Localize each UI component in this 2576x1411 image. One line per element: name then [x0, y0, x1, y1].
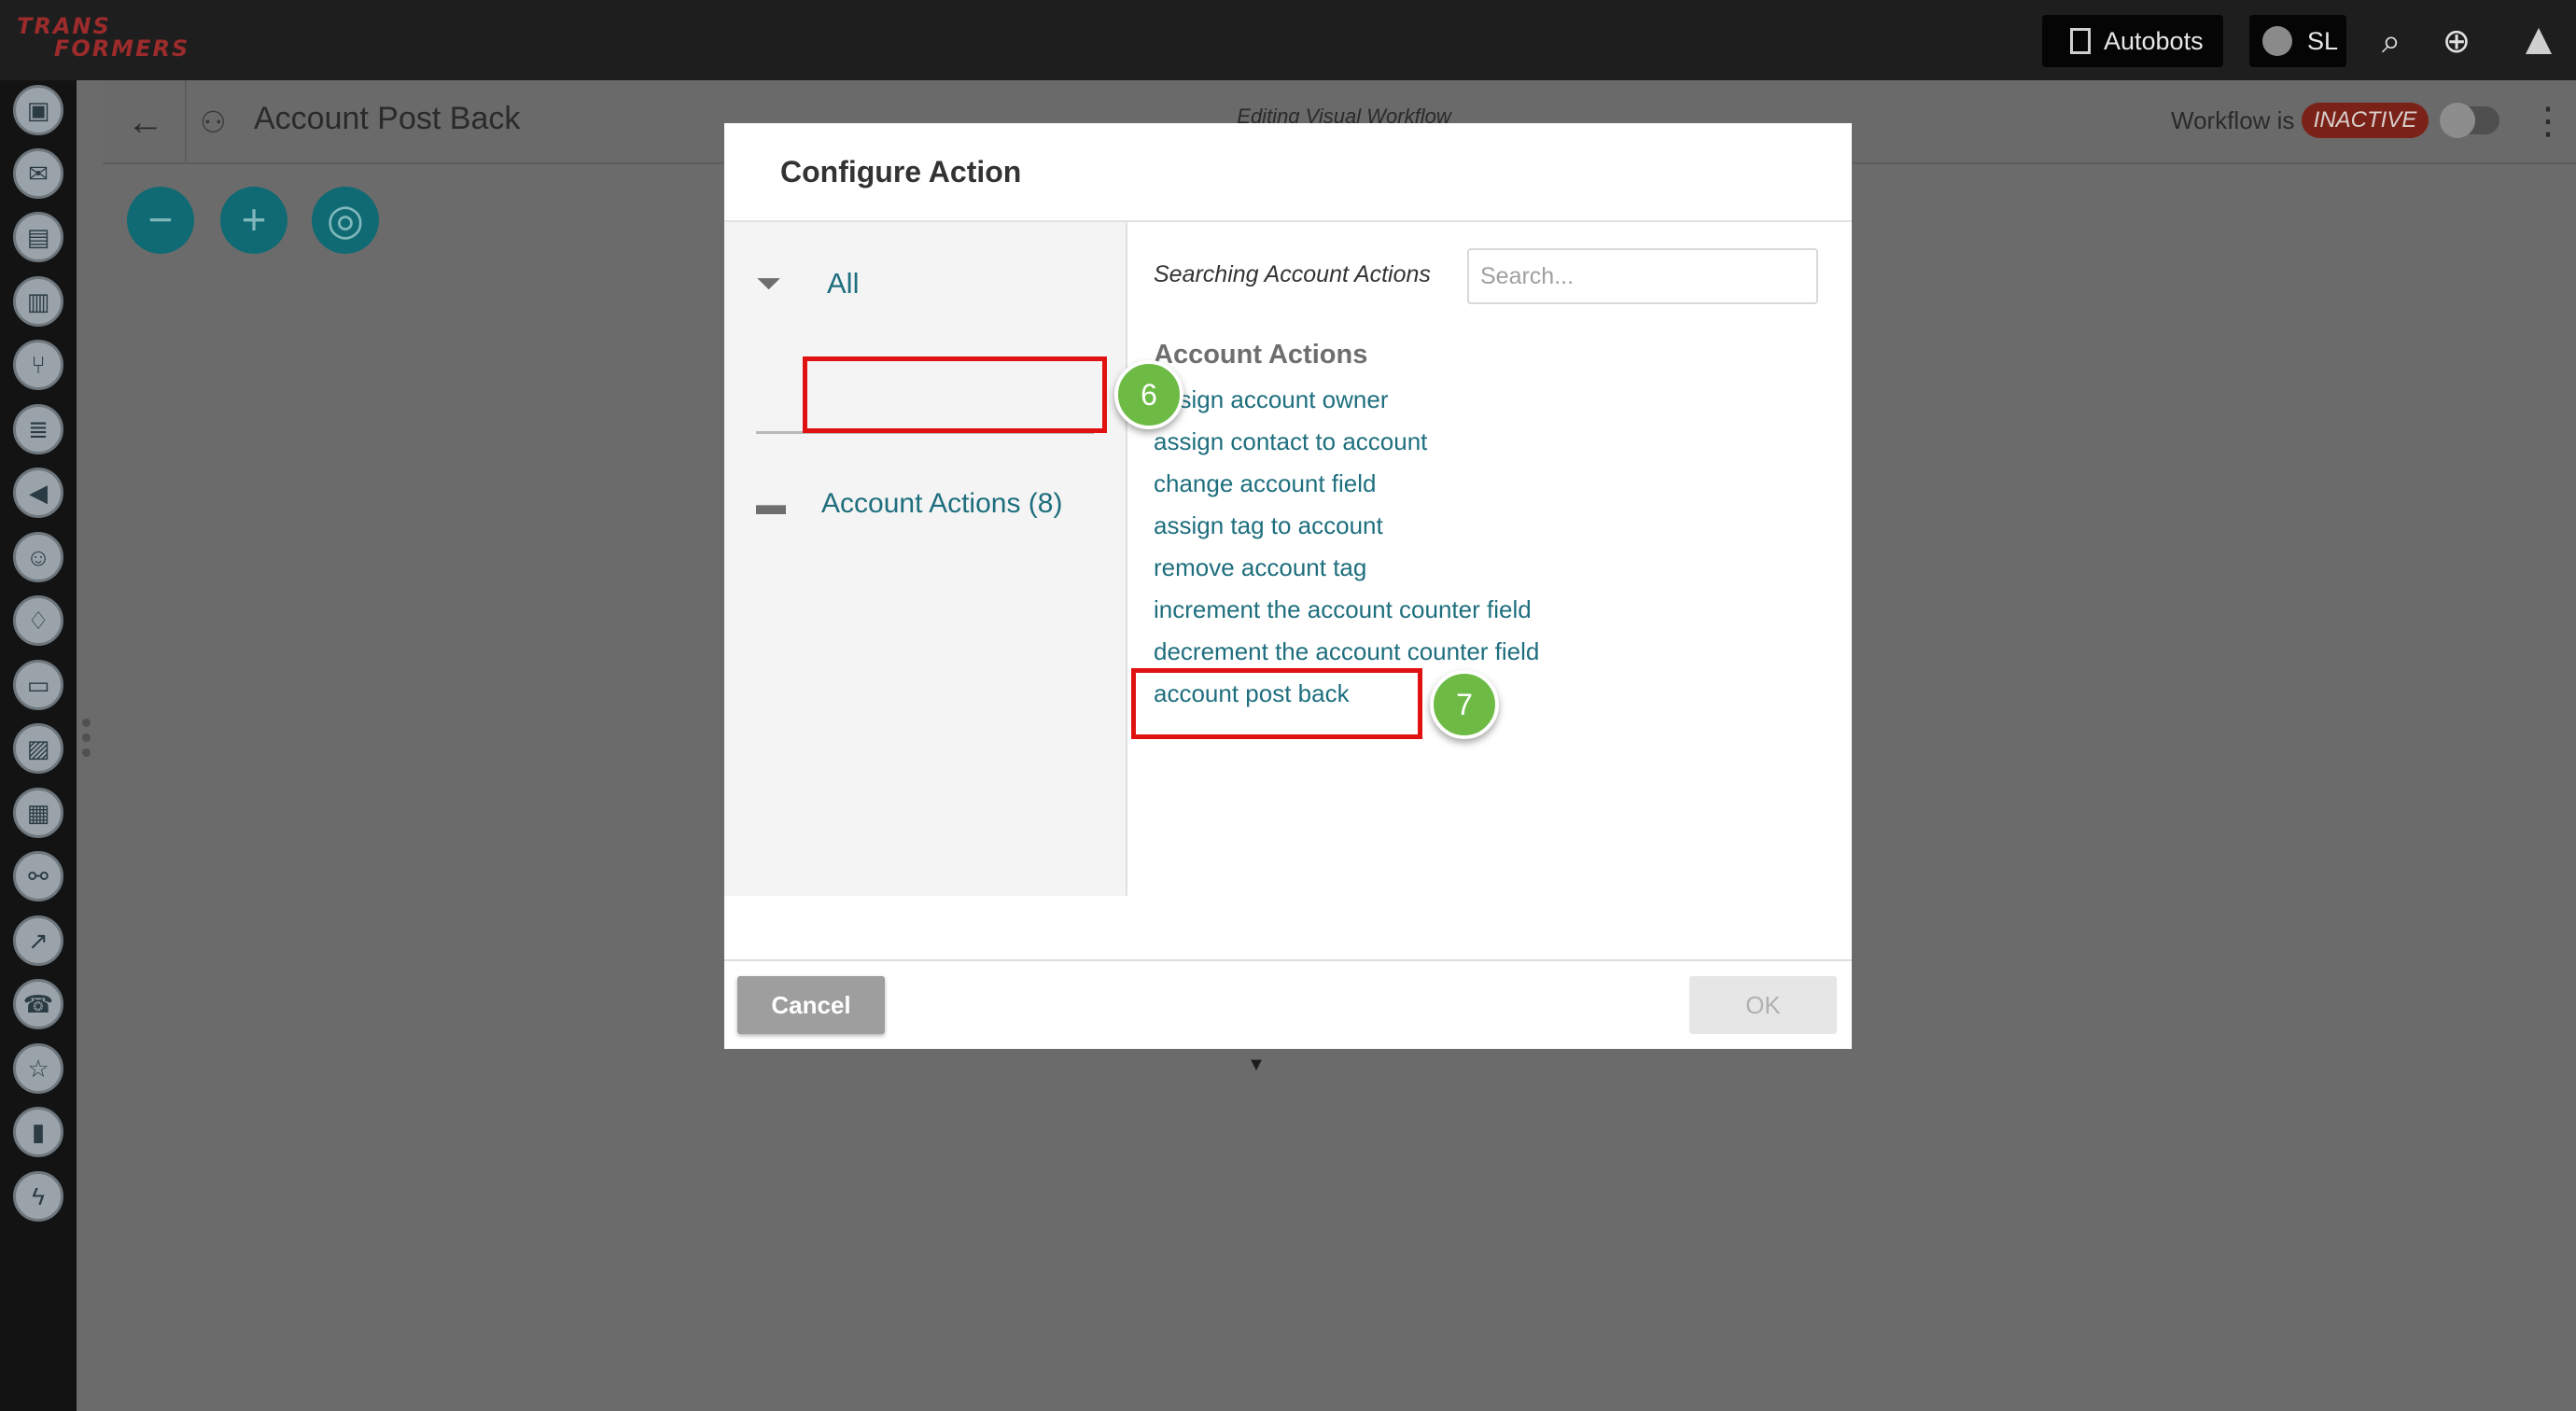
- modal-footer: [724, 959, 1852, 1049]
- action-assign-contact-to-account[interactable]: assign contact to account: [1154, 425, 1620, 467]
- list-icon[interactable]: ≣: [13, 404, 63, 454]
- funnel-icon: ⏷: [756, 266, 782, 301]
- highlight-box-action: [1131, 668, 1422, 739]
- header-divider: [185, 80, 187, 164]
- search-icon[interactable]: ⌕: [2373, 22, 2410, 60]
- more-options-icon[interactable]: ⋮: [2529, 103, 2567, 144]
- brand-logo[interactable]: TRANS FORMERS: [17, 15, 190, 63]
- configure-action-modal: Configure Action ⏷ All ▬ Account Actions…: [724, 123, 1852, 1049]
- action-change-account-field[interactable]: change account field: [1154, 467, 1620, 509]
- rocket-icon[interactable]: ▲: [2511, 11, 2567, 69]
- toggle-knob: [2440, 103, 2475, 138]
- filter-all[interactable]: ⏷ All: [756, 256, 1092, 312]
- connector-arrow-icon: ▼: [1247, 1055, 1266, 1075]
- action-increment-counter-field[interactable]: increment the account counter field: [1154, 593, 1620, 635]
- thumbs-up-icon[interactable]: ♢: [13, 595, 63, 646]
- recenter-button[interactable]: ◎: [312, 187, 379, 254]
- rail-resize-handle[interactable]: [82, 719, 91, 763]
- workspace-button[interactable]: Autobots: [2042, 15, 2223, 67]
- action-assign-account-owner[interactable]: assign account owner: [1154, 383, 1620, 425]
- zoom-out-button[interactable]: −: [127, 187, 194, 254]
- avatar: [2262, 26, 2292, 56]
- modal-header: Configure Action: [724, 123, 1852, 222]
- analytics-icon[interactable]: ↗: [13, 915, 63, 966]
- briefcase-icon: ▬: [756, 487, 786, 521]
- clipboard-icon[interactable]: ▤: [13, 212, 63, 262]
- page-title: Account Post Back: [254, 101, 521, 136]
- gallery-icon[interactable]: ▨: [13, 723, 63, 774]
- logo-line-2: FORMERS: [54, 35, 190, 62]
- workflow-icon[interactable]: ⑂: [13, 340, 63, 390]
- search-label: Searching Account Actions: [1154, 261, 1431, 287]
- bar-chart-icon[interactable]: ▮: [13, 1107, 63, 1157]
- contacts-icon[interactable]: ▣: [13, 85, 63, 135]
- map-icon[interactable]: ▥: [13, 276, 63, 327]
- status-badge: INACTIVE: [2302, 103, 2429, 138]
- support-icon[interactable]: ☎: [13, 979, 63, 1029]
- left-nav-rail: ▣ ✉ ▤ ▥ ⑂ ≣ ◀ ☺ ♢ ▭ ▨ ▦ ⚯ ↗ ☎ ☆ ▮ ϟ ⚙: [0, 80, 77, 1411]
- add-icon[interactable]: ⊕: [2438, 22, 2475, 60]
- chat-icon[interactable]: ☺: [13, 532, 63, 582]
- tv-icon[interactable]: ▭: [13, 660, 63, 710]
- inbox-icon[interactable]: ✉: [13, 148, 63, 199]
- workflow-status-label: Workflow is: [2171, 106, 2295, 134]
- cancel-button[interactable]: Cancel: [737, 976, 885, 1034]
- action-assign-tag-to-account[interactable]: assign tag to account: [1154, 509, 1620, 551]
- filter-all-label: All: [827, 267, 860, 300]
- zoom-in-button[interactable]: +: [220, 187, 287, 254]
- group-icon: ⚇: [200, 105, 227, 139]
- user-menu-button[interactable]: SL: [2249, 15, 2346, 67]
- back-arrow-icon[interactable]: ←: [127, 99, 164, 146]
- highlight-box-category: [803, 356, 1107, 433]
- category-label: Account Actions (8): [821, 488, 1063, 519]
- step-badge-6: 6: [1114, 360, 1183, 429]
- section-title: Account Actions: [1154, 340, 1368, 370]
- top-bar: TRANS FORMERS Autobots SL ⌕ ⊕ ▲: [0, 0, 2576, 80]
- building-icon: [2070, 28, 2091, 54]
- user-initials: SL: [2307, 26, 2339, 55]
- workflow-active-toggle[interactable]: [2440, 103, 2499, 138]
- handshake-icon[interactable]: ⚯: [13, 851, 63, 901]
- modal-title: Configure Action: [780, 155, 1022, 189]
- action-remove-account-tag[interactable]: remove account tag: [1154, 551, 1620, 593]
- plug-icon[interactable]: ϟ: [13, 1171, 63, 1222]
- search-input[interactable]: [1467, 248, 1818, 304]
- step-badge-7: 7: [1430, 670, 1499, 739]
- megaphone-icon[interactable]: ◀: [13, 468, 63, 518]
- ok-button[interactable]: OK: [1689, 976, 1837, 1034]
- user-star-icon[interactable]: ☆: [13, 1043, 63, 1094]
- workspace-label: Autobots: [2104, 26, 2204, 55]
- category-account-actions[interactable]: ▬ Account Actions (8): [756, 476, 1120, 532]
- calendar-icon[interactable]: ▦: [13, 788, 63, 838]
- category-panel: ⏷ All ▬ Account Actions (8): [724, 222, 1127, 896]
- editing-caption: Editing Visual Workflow: [1237, 105, 1451, 123]
